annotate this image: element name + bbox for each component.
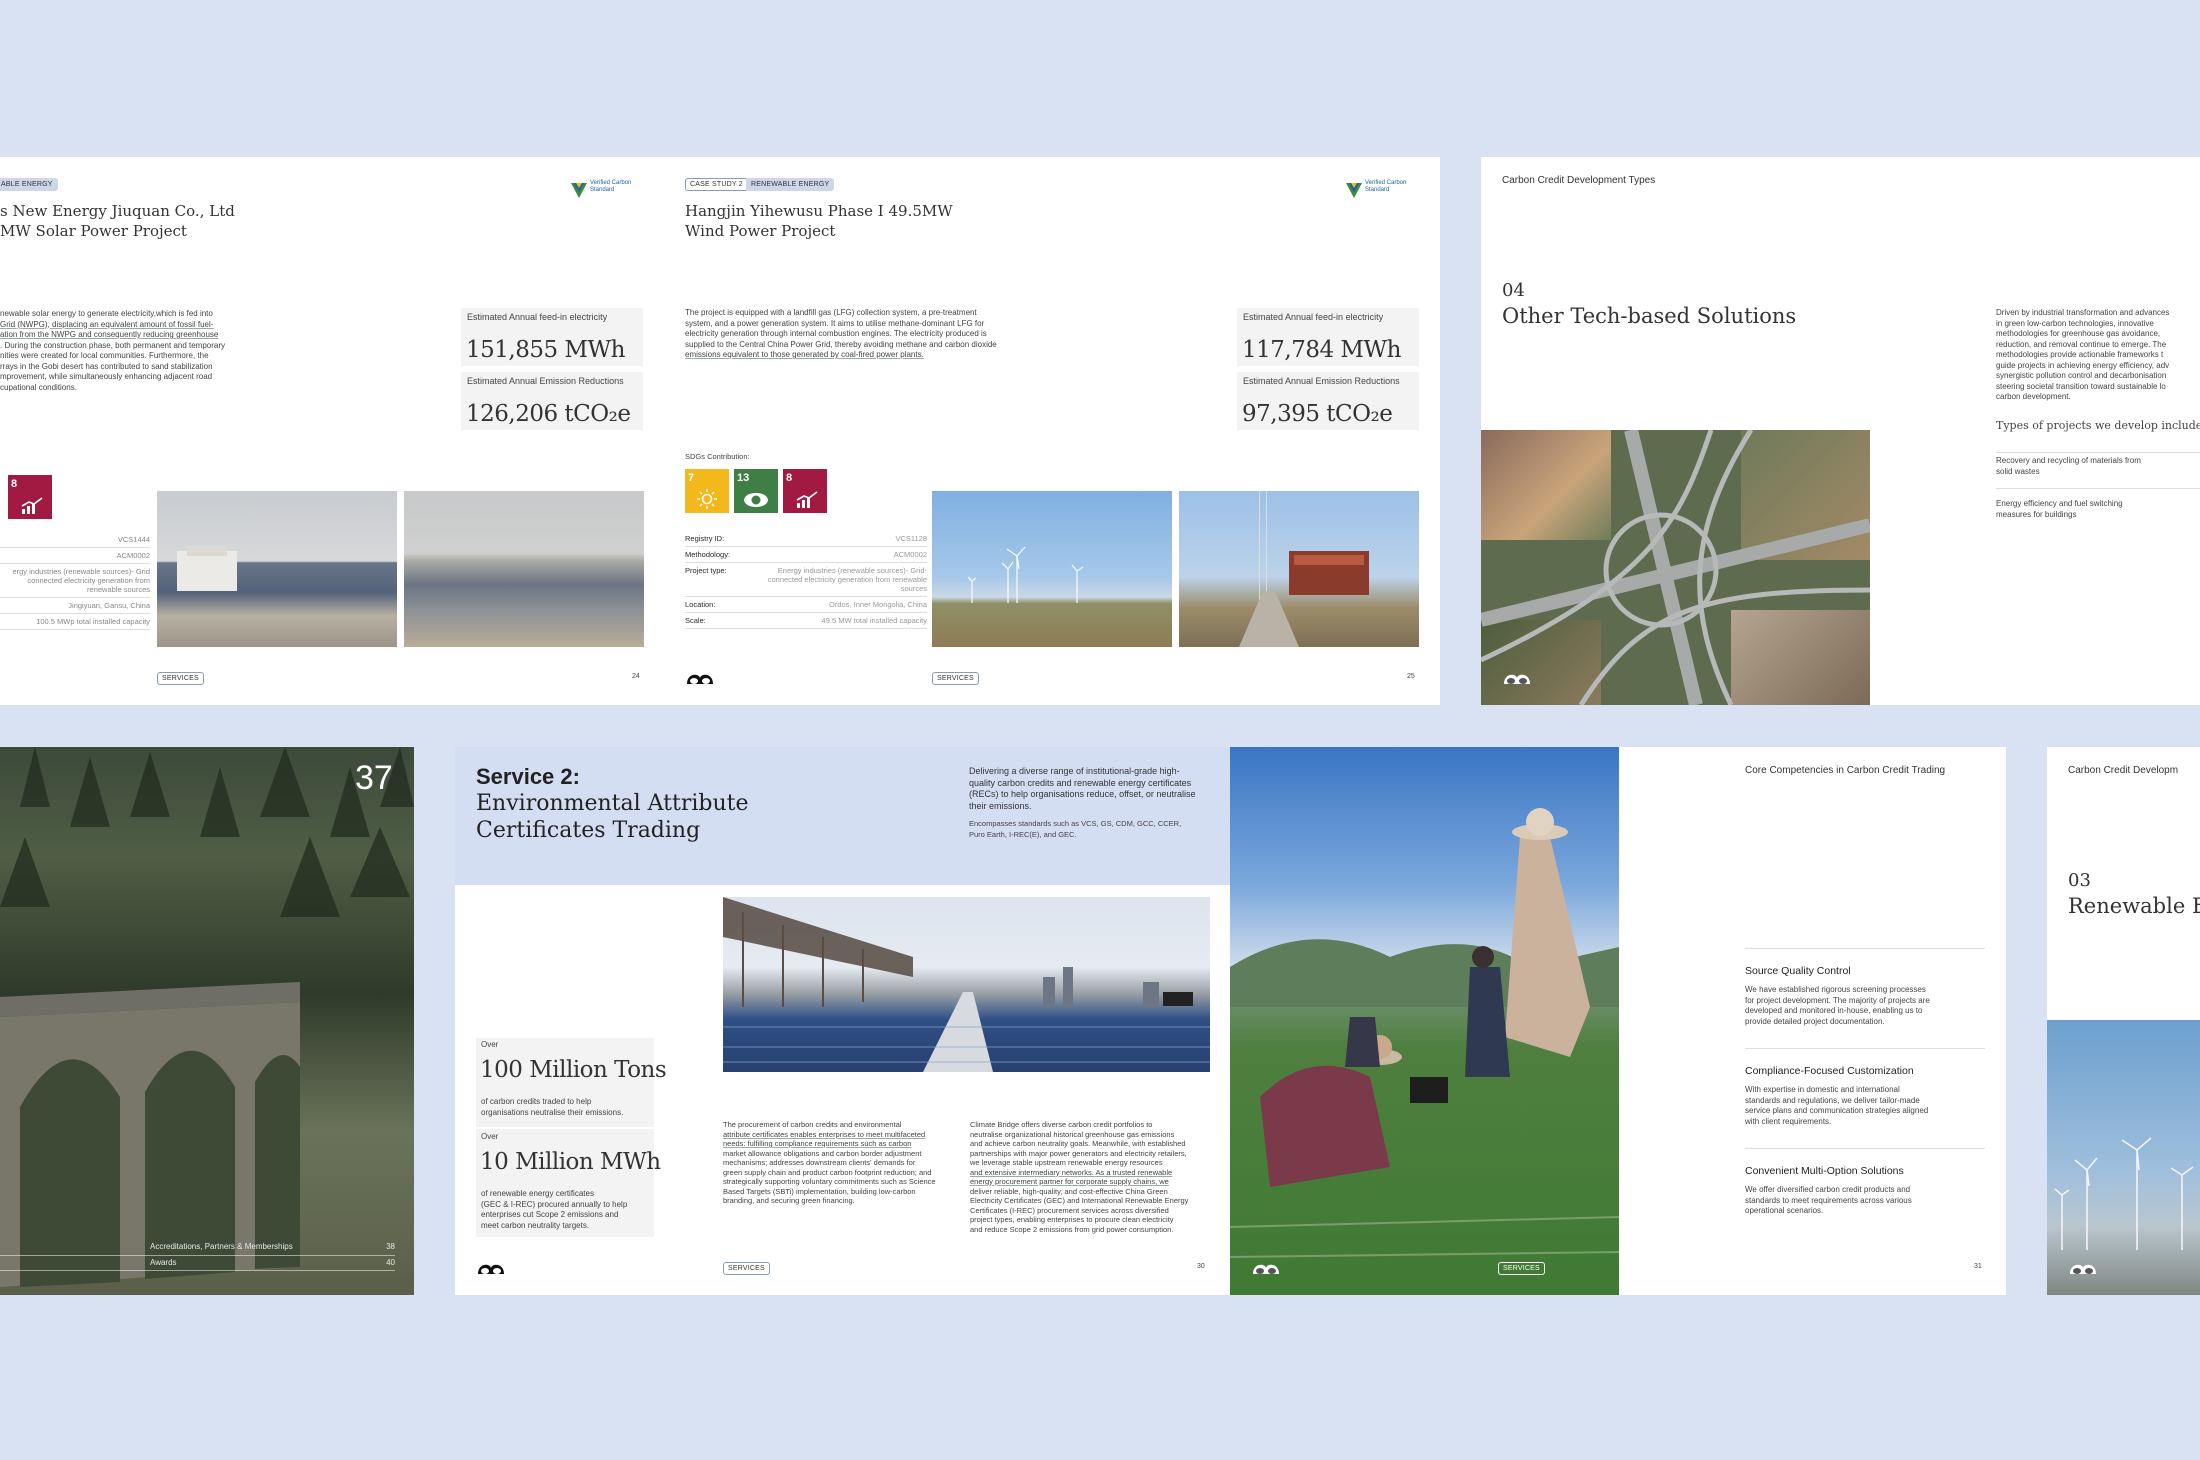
stat-emission-value: 97,395 tCO₂e (1242, 401, 1393, 427)
stat-feed-in-label: Estimated Annual feed-in electricity (467, 312, 608, 322)
service-standards: Encompasses standards such as VCS, GS, C… (969, 819, 1182, 839)
climate-bridge-logo (1253, 1264, 1279, 1274)
page-forest-viaduct: 37 Accreditations, Partners & Membership… (0, 747, 414, 1295)
field-survey-photo: SERVICES (1230, 747, 1619, 1295)
competency-desc: We offer diversified carbon credit produ… (1745, 1185, 1912, 1215)
project-types-label: Types of projects we develop include: (1996, 419, 2200, 432)
registry-row: Project type: Energy industries (renewabl… (685, 562, 927, 597)
divider (1996, 488, 2200, 489)
sdg-label: SDGs Contribution: (685, 452, 750, 461)
wind-turbine-field-photo (932, 491, 1172, 647)
viaduct-illustration (0, 747, 414, 1287)
footer-services-tag: SERVICES (932, 672, 979, 685)
divider (1745, 948, 1985, 949)
page-number: 30 (1197, 1263, 1205, 1270)
competency-title: Compliance-Focused Customization (1745, 1065, 1914, 1077)
divider (0, 1270, 395, 1271)
service-title: Service 2: Environmental Attribute Certi… (476, 764, 749, 843)
climate-bridge-logo (687, 674, 713, 684)
page-solar-case-study: ABLE ENERGY s New Energy Jiuquan Co., Lt… (0, 157, 664, 705)
page-number: 25 (1407, 673, 1415, 680)
verified-carbon-logo: Verified Carbon Standard (1345, 179, 1420, 203)
stat-emission-value: 126,206 tCO₂e (466, 401, 631, 427)
climate-bridge-logo (1504, 674, 1530, 684)
project-type-item: Energy efficiency and fuel switching mea… (1996, 499, 2123, 519)
solar-plant-photo (157, 491, 397, 647)
registry-row: Location: Ordos, Inner Mongolia, China (685, 596, 927, 613)
divider (0, 1255, 395, 1256)
stat-recs-desc: of renewable energy certificates (GEC & I… (481, 1189, 628, 1230)
tag-renewable-energy: RENEWABLE ENERGY (746, 178, 835, 191)
footer-services-tag: SERVICES (1498, 1262, 1545, 1275)
competency-desc: We have established rigorous screening p… (1745, 985, 1930, 1026)
stat-feed-in-label: Estimated Annual feed-in electricity (1243, 312, 1384, 322)
project-description: newable solar energy to generate electri… (0, 309, 226, 392)
stat-emission-label: Estimated Annual Emission Reductions (1243, 376, 1400, 386)
competency-title: Convenient Multi-Option Solutions (1745, 1165, 1904, 1177)
page-other-tech-solutions: Carbon Credit Development Types 04 Other… (1481, 157, 2200, 705)
section-number: 04 (1502, 280, 1525, 301)
registry-table: VCS1444 ACM0002 ergy industries (renewab… (0, 532, 150, 630)
divider (1996, 452, 2200, 453)
sdg-8-icon: 8 (783, 469, 827, 513)
registry-row: Registry ID: VCS1128 (685, 531, 927, 547)
stat-recs-over: Over (481, 1132, 499, 1141)
section-header: Carbon Credit Development Types (1502, 175, 1656, 186)
section-title: Other Tech-based Solutions (1502, 304, 1797, 328)
registry-table: Registry ID: VCS1128 Methodology: ACM0002 … (685, 531, 927, 629)
stat-feed-in-value: 151,855 MWh (466, 337, 625, 363)
footer-services-tag: SERVICES (157, 672, 204, 685)
registry-row: Methodology: ACM0002 (685, 546, 927, 563)
tag-renewable-energy: ABLE ENERGY (0, 178, 58, 191)
registry-row: Scale: 49.5 MW total installed capacity (685, 612, 927, 629)
section-header: Core Competencies in Carbon Credit Tradi… (1745, 765, 1946, 776)
section-number: 03 (2068, 870, 2091, 891)
verified-carbon-logo: Verified Carbon Standard (570, 179, 640, 203)
project-title: Hangjin Yihewusu Phase I 49.5MW Wind Pow… (685, 202, 953, 240)
solar-field-photo (404, 491, 644, 647)
stat-feed-in-value: 117,784 MWh (1242, 337, 1401, 363)
service-intro: Delivering a diverse range of institutio… (969, 766, 1196, 811)
climate-bridge-logo (2070, 1264, 2096, 1274)
divider (1745, 1148, 1985, 1149)
stat-credits-desc: of carbon credits traded to help organisa… (481, 1097, 624, 1117)
rooftop-solar-photo (723, 897, 1210, 1072)
divider (1745, 1048, 1985, 1049)
page-renewable-energy: Carbon Credit Developm 03 Renewable E (2047, 747, 2200, 1295)
wind-farm-entrance-photo (1179, 491, 1419, 647)
sdg-8-icon: 8 (8, 475, 52, 519)
project-title: s New Energy Jiuquan Co., Ltd MW Solar P… (0, 202, 235, 240)
body-column-1: The procurement of carbon credits and en… (723, 1120, 936, 1205)
project-type-item: Recovery and recycling of materials from… (1996, 456, 2141, 476)
stat-credits-over: Over (481, 1040, 499, 1049)
section-title: Renewable E (2068, 894, 2200, 918)
stat-recs-value: 10 Million MWh (480, 1149, 661, 1175)
page-wind-case-study: CASE STUDY 2 RENEWABLE ENERGY Hangjin Yi… (664, 157, 1440, 705)
highway-interchange-aerial-photo (1481, 430, 1870, 705)
footer-services-tag: SERVICES (723, 1262, 770, 1275)
tag-case-study: CASE STUDY 2 (685, 178, 748, 191)
page-service-2: Service 2: Environmental Attribute Certi… (455, 747, 1230, 1295)
stat-credits-value: 100 Million Tons (480, 1057, 667, 1083)
sdg-7-icon: 7 (685, 469, 729, 513)
body-column-2: Climate Bridge offers diverse carbon cre… (970, 1120, 1189, 1234)
page-core-competencies: SERVICES Core Competencies in Carbon Cre… (1230, 747, 2006, 1295)
climate-bridge-logo (478, 1264, 504, 1274)
wind-turbines-photo (2047, 1020, 2200, 1295)
page-number: 31 (1974, 1263, 1982, 1270)
competency-title: Source Quality Control (1745, 965, 1851, 977)
section-header: Carbon Credit Developm (2068, 765, 2179, 776)
page-number-large: 37 (355, 759, 393, 797)
competency-desc: With expertise in domestic and internati… (1745, 1085, 1929, 1126)
page-number: 24 (632, 673, 640, 680)
stat-emission-label: Estimated Annual Emission Reductions (467, 376, 624, 386)
section-description: Driven by industrial transformation and … (1996, 308, 2170, 401)
sdg-13-icon: 13 (734, 469, 778, 513)
project-description: The project is equipped with a landfill … (685, 308, 997, 359)
